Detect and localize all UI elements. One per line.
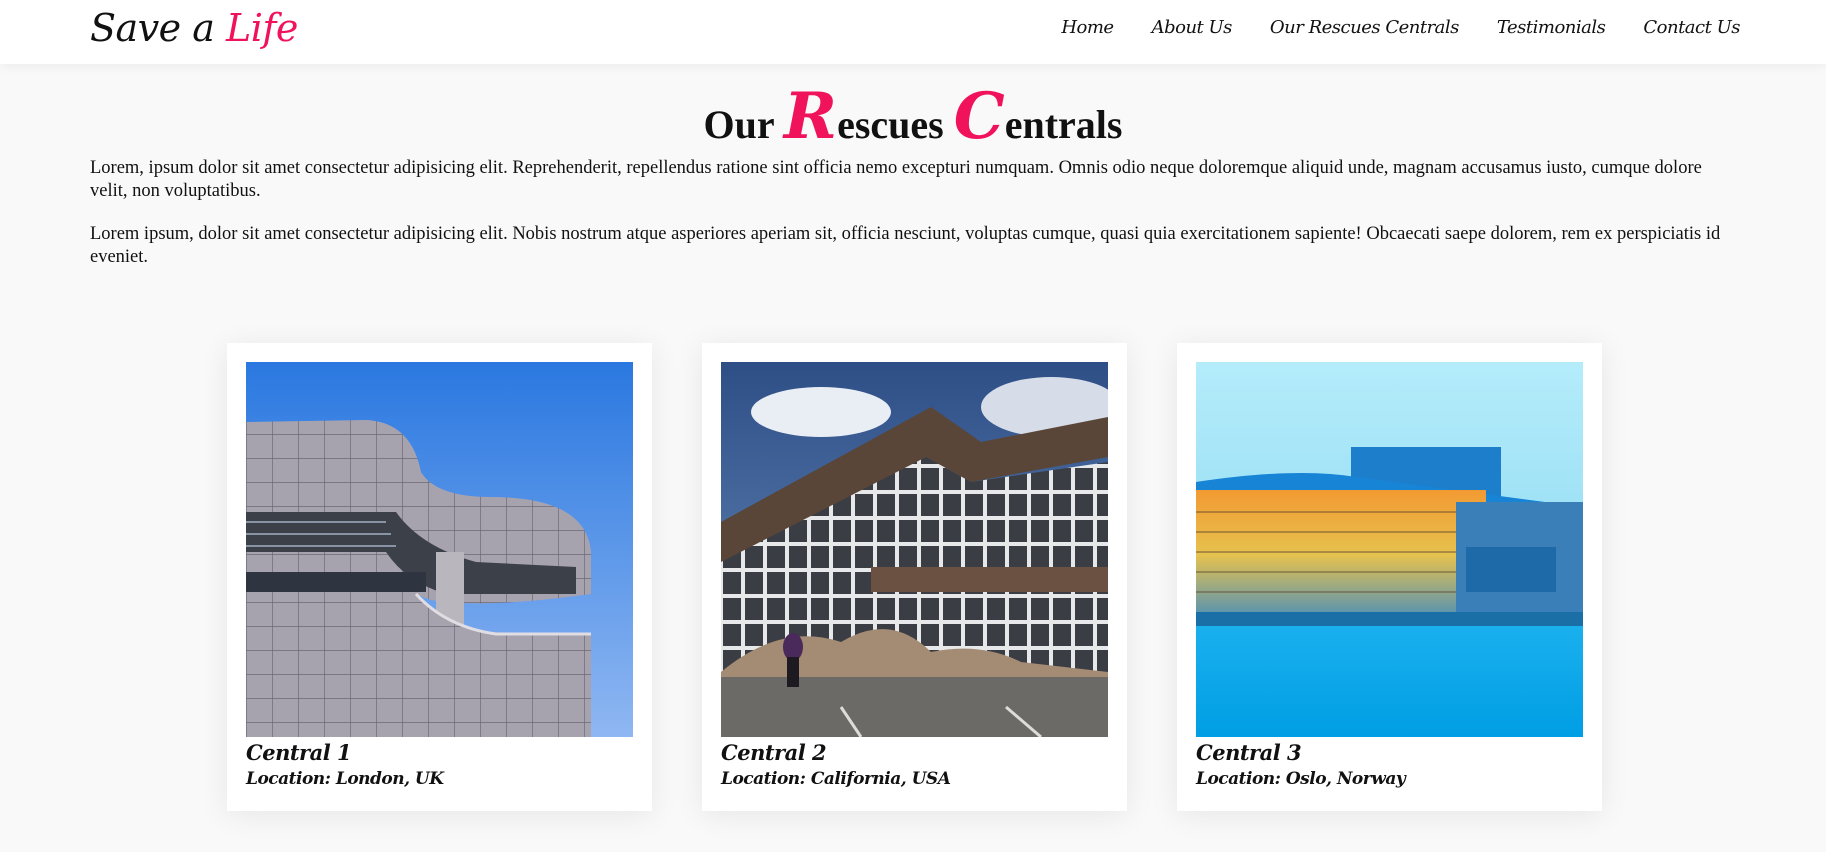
opera-house-waterfront-photo <box>1196 362 1583 737</box>
central-location: Location: Oslo, Norway <box>1196 769 1406 789</box>
central-card-2[interactable]: Central 2 Location: California, USA <box>702 343 1127 811</box>
glass-visitor-center-photo <box>721 362 1108 737</box>
title-word-our: Our <box>703 102 784 147</box>
title-cap-c: C <box>953 79 1005 154</box>
brand-logo[interactable]: Save a Life <box>90 4 298 52</box>
navbar: Save a Life Home About Us Our Rescues Ce… <box>0 0 1826 64</box>
nav-link-contact-us[interactable]: Contact Us <box>1643 17 1740 38</box>
central-title: Central 1 <box>246 740 352 765</box>
nav-link-testimonials[interactable]: Testimonials <box>1497 17 1606 38</box>
intro-paragraph-1: Lorem, ipsum dolor sit amet consectetur … <box>90 158 1702 201</box>
curved-modern-building-photo <box>246 362 633 737</box>
brand-accent: Life <box>225 6 298 50</box>
intro-paragraph-2: Lorem ipsum, dolor sit amet consectetur … <box>90 224 1721 267</box>
nav-link-about-us[interactable]: About Us <box>1152 17 1233 38</box>
brand-prefix: Save a <box>90 6 226 50</box>
page-title: Our Rescues Centrals <box>0 84 1826 158</box>
title-cap-r: R <box>783 79 838 154</box>
central-card-3[interactable]: Central 3 Location: Oslo, Norway <box>1177 343 1602 811</box>
central-title: Central 2 <box>721 740 827 765</box>
title-rest-entrals: entrals <box>1004 102 1123 147</box>
central-location: Location: California, USA <box>721 769 951 789</box>
central-card-1[interactable]: Central 1 Location: London, UK <box>227 343 652 811</box>
central-title: Central 3 <box>1196 740 1302 765</box>
main-nav: Home About Us Our Rescues Centrals Testi… <box>1061 0 1740 54</box>
nav-link-rescue-centrals[interactable]: Our Rescues Centrals <box>1270 17 1459 38</box>
central-location: Location: London, UK <box>246 769 444 789</box>
title-rest-escues: escues <box>837 102 954 147</box>
nav-link-home[interactable]: Home <box>1061 17 1114 38</box>
